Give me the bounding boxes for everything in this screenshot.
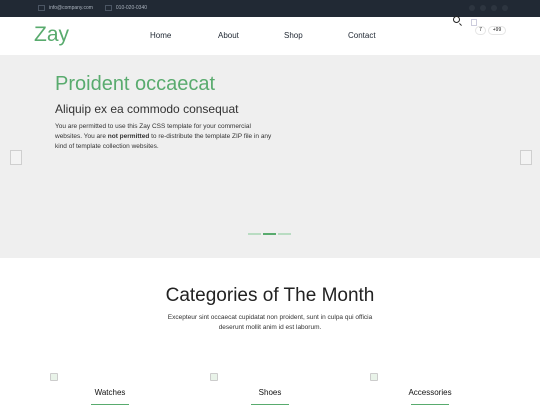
hero-title: Proident occaecat <box>55 73 216 95</box>
carousel-indicator-2[interactable] <box>263 233 276 235</box>
carousel-indicators <box>248 233 293 235</box>
linkedin-icon[interactable] <box>502 5 508 11</box>
section-title: Categories of The Month <box>165 285 375 306</box>
carousel-indicator-3[interactable] <box>278 233 291 235</box>
category-image[interactable] <box>370 373 378 381</box>
cart-icon[interactable] <box>471 19 477 26</box>
social-links <box>464 5 508 11</box>
category-label[interactable]: Shoes <box>225 388 315 397</box>
topbar-phone[interactable]: 010-020-0340 <box>116 5 147 11</box>
search-icon[interactable] <box>453 16 460 23</box>
envelope-icon <box>38 5 45 11</box>
facebook-icon[interactable] <box>469 5 475 11</box>
hero-carousel: Proident occaecat Aliquip ex ea commodo … <box>0 55 540 258</box>
phone-icon <box>104 5 112 11</box>
section-description: Excepteur sint occaecat cupidatat non pr… <box>167 314 373 331</box>
twitter-icon[interactable] <box>491 5 497 11</box>
category-image[interactable] <box>210 373 218 381</box>
nav-home[interactable]: Home <box>150 31 171 40</box>
category-label[interactable]: Watches <box>65 388 155 397</box>
hero-subtitle: Aliquip ex ea commodo consequat <box>55 102 239 116</box>
user-badge: +99 <box>488 26 506 35</box>
cart-badge: 7 <box>475 26 486 35</box>
top-bar: info@company.com 010-020-0340 <box>0 0 540 17</box>
logo[interactable]: Zay <box>34 23 69 47</box>
nav-contact[interactable]: Contact <box>348 31 376 40</box>
instagram-icon[interactable] <box>480 5 486 11</box>
topbar-email[interactable]: info@company.com <box>49 5 93 11</box>
hero-text: You are permitted to use this Zay CSS te… <box>55 123 272 150</box>
carousel-next-button[interactable] <box>520 150 532 165</box>
nav-shop[interactable]: Shop <box>284 31 303 40</box>
category-image[interactable] <box>50 373 58 381</box>
carousel-prev-button[interactable] <box>10 150 22 165</box>
category-label[interactable]: Accessories <box>385 388 475 397</box>
topbar-contact: info@company.com 010-020-0340 <box>38 5 151 11</box>
nav-about[interactable]: About <box>218 31 239 40</box>
carousel-indicator-1[interactable] <box>248 233 261 235</box>
